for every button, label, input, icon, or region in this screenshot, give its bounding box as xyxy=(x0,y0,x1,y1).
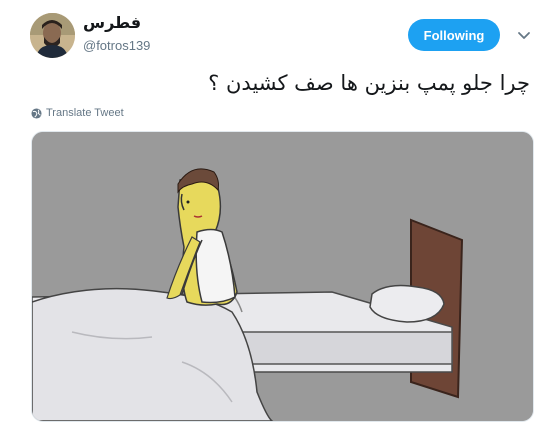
tweet-text: چرا جلو پمپ بنزین ها صف کشیدن ؟ xyxy=(208,71,530,95)
avatar[interactable] xyxy=(30,13,75,58)
chevron-down-icon[interactable] xyxy=(516,27,532,43)
author-handle[interactable]: @fotros139 xyxy=(83,38,150,53)
tweet-card: فطرس @fotros139 Following چرا جلو پمپ بن… xyxy=(0,0,559,430)
translate-tweet-link[interactable]: Translate Tweet xyxy=(31,107,124,119)
avatar-image xyxy=(30,13,75,58)
cartoon-illustration xyxy=(32,132,533,421)
author-name[interactable]: فطرس xyxy=(83,13,141,32)
translate-label: Translate Tweet xyxy=(46,107,124,119)
tweet-media-image[interactable] xyxy=(31,131,534,422)
following-button[interactable]: Following xyxy=(408,19,500,51)
globe-icon xyxy=(31,107,42,119)
